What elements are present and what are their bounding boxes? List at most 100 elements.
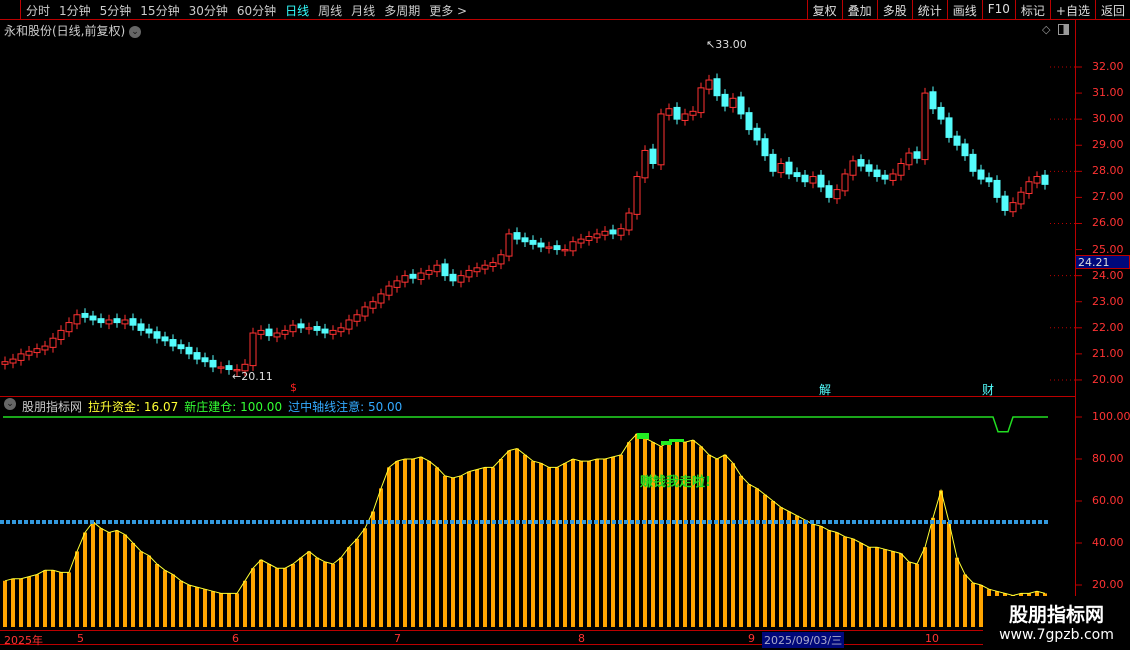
candle-down (537, 242, 545, 248)
chevron-down-icon[interactable]: ⌄ (4, 398, 16, 410)
candle-up (249, 332, 257, 367)
candle-down (161, 336, 169, 342)
indicator-bar (347, 547, 351, 627)
indicator-bar (443, 475, 447, 627)
price-tick: 21.00 (1092, 346, 1124, 360)
indicator-bar (891, 551, 895, 627)
candle-up (9, 358, 17, 364)
indicator-bar (243, 580, 247, 627)
candle-up (841, 173, 849, 192)
indicator-bar (27, 576, 31, 627)
unlock-marker[interactable]: 解 (819, 381, 831, 398)
candle-up (689, 110, 697, 116)
indicator-bar (67, 572, 71, 627)
indicator-bar (403, 459, 407, 627)
candle-down (1041, 174, 1049, 185)
indicator-value-zhouxian: 过中轴线注意: 50.00 (288, 400, 403, 414)
indicator-bar (947, 522, 951, 627)
candle-down (97, 318, 105, 324)
indicator-bar (219, 593, 223, 627)
indicator-bar (547, 467, 551, 627)
indicator-bar (459, 475, 463, 627)
candle-up (561, 249, 569, 252)
candle-down (745, 112, 753, 131)
indicator-bar (787, 511, 791, 627)
indicator-bar (723, 454, 727, 627)
candle-up (433, 264, 441, 273)
indicator-bar (595, 459, 599, 627)
high-price-label: ↖33.00 (706, 38, 747, 51)
candle-up (353, 314, 361, 322)
candle-up (777, 162, 785, 174)
indicator-bar (899, 553, 903, 627)
candle-up (905, 152, 913, 166)
indicator-tick: 80.00 (1092, 452, 1124, 465)
candle-up (577, 238, 585, 244)
indicator-value-xinzhuang: 新庄建仓: 100.00 (184, 400, 283, 414)
indicator-bar (691, 440, 695, 627)
indicator-bar (811, 524, 815, 627)
date-month: 6 (232, 632, 239, 645)
indicator-tick: 20.00 (1092, 578, 1124, 591)
indicator-bar (83, 532, 87, 627)
candle-down (969, 153, 977, 172)
indicator-bar (283, 568, 287, 627)
indicator-bar (179, 580, 183, 627)
candle-up (41, 345, 49, 351)
indicator-name[interactable]: 股朋指标网 (22, 398, 82, 415)
candle-up (401, 275, 409, 283)
low-price-label: ←20.11 (232, 370, 273, 383)
indicator-bar (291, 564, 295, 627)
price-tick: 31.00 (1092, 86, 1124, 100)
indicator-bar (267, 564, 271, 627)
candle-up (625, 212, 633, 231)
candle-down (985, 177, 993, 183)
indicator-bar (803, 519, 807, 627)
finance-marker[interactable]: 财 (982, 381, 994, 398)
indicator-bar (155, 564, 159, 627)
candle-up (305, 327, 313, 330)
indicator-bar (683, 442, 687, 627)
candle-up (849, 160, 857, 176)
candle-up (289, 324, 297, 333)
indicator-bar (715, 459, 719, 627)
indicator-bar (915, 564, 919, 627)
date-month: 5 (77, 632, 84, 645)
high-price-value: 33.00 (715, 38, 747, 51)
indicator-bar (395, 461, 399, 627)
indicator-bar (275, 568, 279, 627)
indicator-bar (147, 555, 151, 627)
indicator-tick: 40.00 (1092, 536, 1124, 549)
candle-up (505, 233, 513, 257)
candle-down (321, 328, 329, 334)
candle-down (961, 143, 969, 157)
indicator-bar (923, 547, 927, 627)
candle-up (65, 322, 73, 333)
candle-up (681, 113, 689, 121)
indicator-bar (643, 438, 647, 627)
candle-down (513, 232, 521, 240)
indicator-bar (515, 448, 519, 627)
candle-up (617, 228, 625, 236)
candle-down (409, 273, 417, 279)
indicator-bar (859, 543, 863, 627)
indicator-bar (435, 467, 439, 627)
indicator-bar (11, 578, 15, 627)
price-tick: 23.00 (1092, 294, 1124, 308)
candle-down (313, 325, 321, 331)
price-tick: 22.00 (1092, 320, 1124, 334)
dollar-marker[interactable]: $ (290, 381, 297, 394)
candle-down (977, 169, 985, 180)
date-month: 7 (394, 632, 401, 645)
indicator-bar (667, 442, 671, 627)
candlestick-chart[interactable] (0, 0, 1130, 650)
candle-up (633, 176, 641, 215)
price-tick: 28.00 (1092, 164, 1124, 178)
candle-down (153, 331, 161, 339)
indicator-bar (331, 564, 335, 627)
candle-up (121, 319, 129, 325)
indicator-bar (819, 526, 823, 627)
candle-up (1033, 176, 1041, 184)
price-tick: 27.00 (1092, 190, 1124, 204)
candle-up (385, 285, 393, 296)
